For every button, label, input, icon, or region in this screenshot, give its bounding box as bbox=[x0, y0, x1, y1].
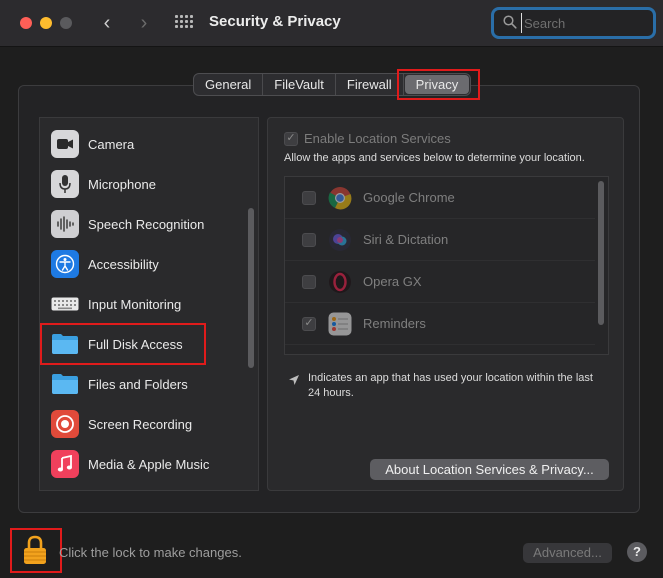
sidebar-item-microphone[interactable]: Microphone bbox=[40, 164, 245, 204]
sidebar-item-label: Screen Recording bbox=[88, 416, 193, 432]
forward-button[interactable]: › bbox=[133, 11, 155, 35]
advanced-button[interactable]: Advanced... bbox=[523, 543, 612, 563]
sidebar-item-label: Files and Folders bbox=[88, 376, 188, 392]
app-icon-partial bbox=[327, 353, 353, 354]
keyboard-icon bbox=[51, 290, 79, 318]
sidebar-item-input-monitoring[interactable]: Input Monitoring bbox=[40, 284, 245, 324]
location-usage-note-text: Indicates an app that has used your loca… bbox=[308, 372, 593, 399]
sidebar-item-label: Microphone bbox=[88, 176, 156, 192]
sidebar-scrollbar[interactable] bbox=[248, 208, 254, 368]
full-disk-access-highlight bbox=[40, 323, 206, 365]
reminders-icon bbox=[327, 311, 353, 337]
sidebar-item-screen-recording[interactable]: Screen Recording bbox=[40, 404, 245, 444]
sidebar-item-label: Input Monitoring bbox=[88, 296, 182, 312]
privacy-category-list[interactable]: Camera Microphone Speech Recognition Acc… bbox=[39, 117, 259, 491]
privacy-tab-highlight bbox=[397, 69, 480, 100]
enable-location-services-label: Enable Location Services bbox=[304, 131, 451, 146]
app-checkbox[interactable] bbox=[302, 190, 316, 205]
app-name: Google Chrome bbox=[363, 190, 455, 205]
record-icon bbox=[51, 410, 79, 438]
search-input[interactable] bbox=[521, 13, 649, 33]
close-window-button[interactable] bbox=[20, 17, 32, 29]
apps-list-scrollbar[interactable] bbox=[598, 181, 604, 325]
app-checkbox[interactable] bbox=[302, 232, 316, 247]
app-name: Opera GX bbox=[363, 274, 422, 289]
help-button[interactable]: ? bbox=[627, 542, 647, 562]
tab-firewall[interactable]: Firewall bbox=[336, 74, 404, 95]
window-title: Security & Privacy bbox=[209, 13, 341, 30]
tab-general[interactable]: General bbox=[194, 74, 264, 95]
zoom-window-button[interactable] bbox=[60, 17, 72, 29]
sidebar-item-label: Accessibility bbox=[88, 256, 159, 272]
title-bar: ‹ › Security & Privacy bbox=[0, 0, 663, 47]
app-name: Siri & Dictation bbox=[363, 232, 449, 247]
sidebar-item-label: Camera bbox=[88, 136, 135, 152]
chrome-icon bbox=[327, 185, 353, 211]
app-row-siri-dictation[interactable]: Siri & Dictation bbox=[285, 219, 595, 261]
opera-icon bbox=[327, 269, 353, 295]
location-description: Allow the apps and services below to det… bbox=[284, 152, 585, 164]
app-row-reminders[interactable]: ✓ Reminders bbox=[285, 303, 595, 345]
app-checkbox[interactable]: ✓ bbox=[302, 316, 316, 331]
app-row-partial[interactable] bbox=[285, 345, 595, 354]
about-location-services-button[interactable]: About Location Services & Privacy... bbox=[370, 459, 609, 480]
siri-icon bbox=[327, 227, 353, 253]
sidebar-item-label: Speech Recognition bbox=[88, 216, 205, 232]
show-all-grid-icon[interactable] bbox=[175, 15, 193, 31]
lock-highlight bbox=[10, 528, 62, 573]
enable-location-services-row: ✓ Enable Location Services bbox=[284, 131, 451, 146]
back-button[interactable]: ‹ bbox=[96, 11, 118, 35]
waveform-icon bbox=[51, 210, 79, 238]
folder-icon bbox=[51, 370, 79, 398]
search-icon bbox=[503, 15, 517, 29]
camera-icon bbox=[51, 130, 79, 158]
tab-filevault[interactable]: FileVault bbox=[263, 74, 336, 95]
accessibility-icon bbox=[51, 250, 79, 278]
sidebar-item-label: Media & Apple Music bbox=[88, 456, 210, 472]
location-arrow-icon bbox=[289, 375, 299, 385]
sidebar-item-files-and-folders[interactable]: Files and Folders bbox=[40, 364, 245, 404]
search-field[interactable] bbox=[491, 7, 656, 39]
app-row-opera-gx[interactable]: Opera GX bbox=[285, 261, 595, 303]
lock-instruction: Click the lock to make changes. bbox=[59, 545, 242, 560]
app-name: Reminders bbox=[363, 316, 426, 331]
minimize-window-button[interactable] bbox=[40, 17, 52, 29]
enable-location-services-checkbox[interactable]: ✓ bbox=[284, 131, 298, 146]
music-icon bbox=[51, 450, 79, 478]
microphone-icon bbox=[51, 170, 79, 198]
sidebar-item-accessibility[interactable]: Accessibility bbox=[40, 244, 245, 284]
location-apps-list[interactable]: Google Chrome Siri & Dictation Opera GX … bbox=[284, 176, 609, 355]
sidebar-item-camera[interactable]: Camera bbox=[40, 124, 245, 164]
sidebar-item-media-apple-music[interactable]: Media & Apple Music bbox=[40, 444, 245, 484]
app-checkbox[interactable] bbox=[302, 274, 316, 289]
app-row-google-chrome[interactable]: Google Chrome bbox=[285, 177, 595, 219]
sidebar-item-speech-recognition[interactable]: Speech Recognition bbox=[40, 204, 245, 244]
location-usage-note: Indicates an app that has used your loca… bbox=[288, 371, 608, 401]
